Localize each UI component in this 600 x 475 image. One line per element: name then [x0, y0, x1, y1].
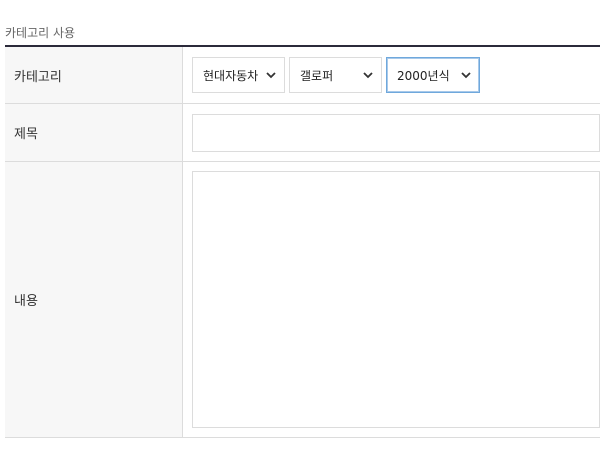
category-field: 현대자동차 갤로퍼 2000년식 [183, 47, 600, 103]
section-title: 카테고리 사용 [5, 26, 76, 40]
category-form: 카테고리 현대자동차 갤로퍼 2000년식 제목 내용 [5, 45, 600, 438]
category-select-1-value: 현대자동차 [203, 68, 259, 83]
chevron-down-icon [359, 57, 377, 93]
category-select-3[interactable]: 2000년식 [386, 57, 480, 93]
category-select-3-value: 2000년식 [397, 68, 450, 83]
content-label: 내용 [5, 162, 183, 437]
category-label: 카테고리 [5, 47, 183, 103]
chevron-down-icon [457, 57, 475, 93]
content-textarea[interactable] [192, 171, 600, 428]
title-input[interactable] [192, 113, 600, 152]
category-select-2-value: 갤로퍼 [300, 68, 334, 83]
title-row: 제목 [5, 104, 600, 162]
category-row: 카테고리 현대자동차 갤로퍼 2000년식 [5, 47, 600, 104]
page: 카테고리 사용 카테고리 현대자동차 갤로퍼 2000년식 제목 내용 [0, 0, 600, 475]
content-row: 내용 [5, 162, 600, 438]
chevron-down-icon [262, 57, 280, 93]
title-label: 제목 [5, 104, 183, 161]
category-select-1[interactable]: 현대자동차 [192, 57, 285, 93]
content-field [183, 162, 600, 437]
title-field [183, 104, 600, 161]
category-select-2[interactable]: 갤로퍼 [289, 57, 382, 93]
